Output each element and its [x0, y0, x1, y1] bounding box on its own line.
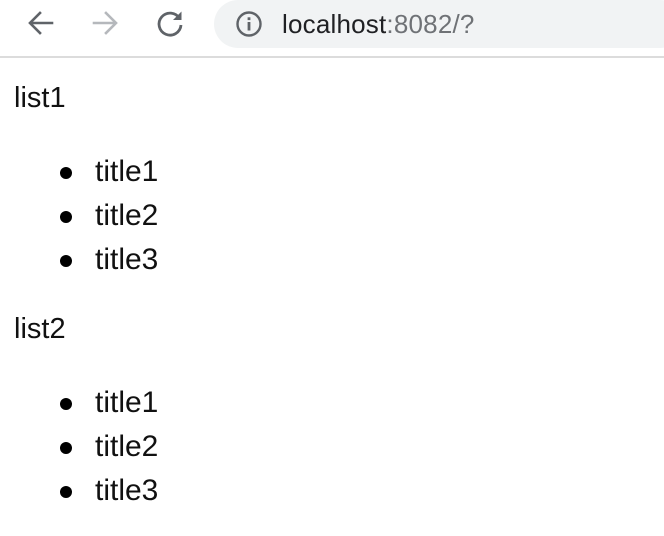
- bullet-list: title1 title2 title3: [14, 386, 664, 518]
- list-heading: list2: [14, 313, 66, 345]
- list-item-label: title1: [95, 386, 159, 419]
- list-item: title3: [14, 243, 664, 287]
- list-item-label: title2: [95, 199, 159, 232]
- list-item-label: title3: [95, 474, 159, 507]
- back-button[interactable]: [21, 3, 61, 43]
- list-item: title1: [14, 386, 664, 430]
- arrow-right-icon: [92, 11, 118, 35]
- address-bar[interactable]: localhost:8082/?: [214, 0, 664, 48]
- url-host: localhost: [282, 9, 387, 39]
- list-heading: list1: [14, 82, 66, 114]
- list-item: title1: [14, 155, 664, 199]
- info-icon[interactable]: [234, 9, 264, 39]
- bullet-icon: [60, 486, 72, 498]
- arrow-left-icon: [28, 11, 54, 35]
- bullet-icon: [60, 211, 72, 223]
- list-item-label: title2: [95, 430, 159, 463]
- page-content: list1 title1 title2 title3 list2 title1 …: [0, 58, 664, 518]
- list-item-label: title1: [95, 155, 159, 188]
- reload-icon: [157, 11, 183, 37]
- browser-toolbar: localhost:8082/?: [0, 0, 664, 58]
- bullet-icon: [60, 167, 72, 179]
- bullet-list: title1 title2 title3: [14, 155, 664, 287]
- bullet-icon: [60, 442, 72, 454]
- list-item: title2: [14, 199, 664, 243]
- bullet-icon: [60, 398, 72, 410]
- list-item-label: title3: [95, 243, 159, 276]
- list-item: title3: [14, 474, 664, 518]
- url-path: :8082/?: [386, 9, 475, 39]
- reload-button[interactable]: [150, 3, 190, 43]
- list-item: title2: [14, 430, 664, 474]
- url-text[interactable]: localhost:8082/?: [282, 11, 475, 37]
- bullet-icon: [60, 255, 72, 267]
- forward-button[interactable]: [85, 3, 125, 43]
